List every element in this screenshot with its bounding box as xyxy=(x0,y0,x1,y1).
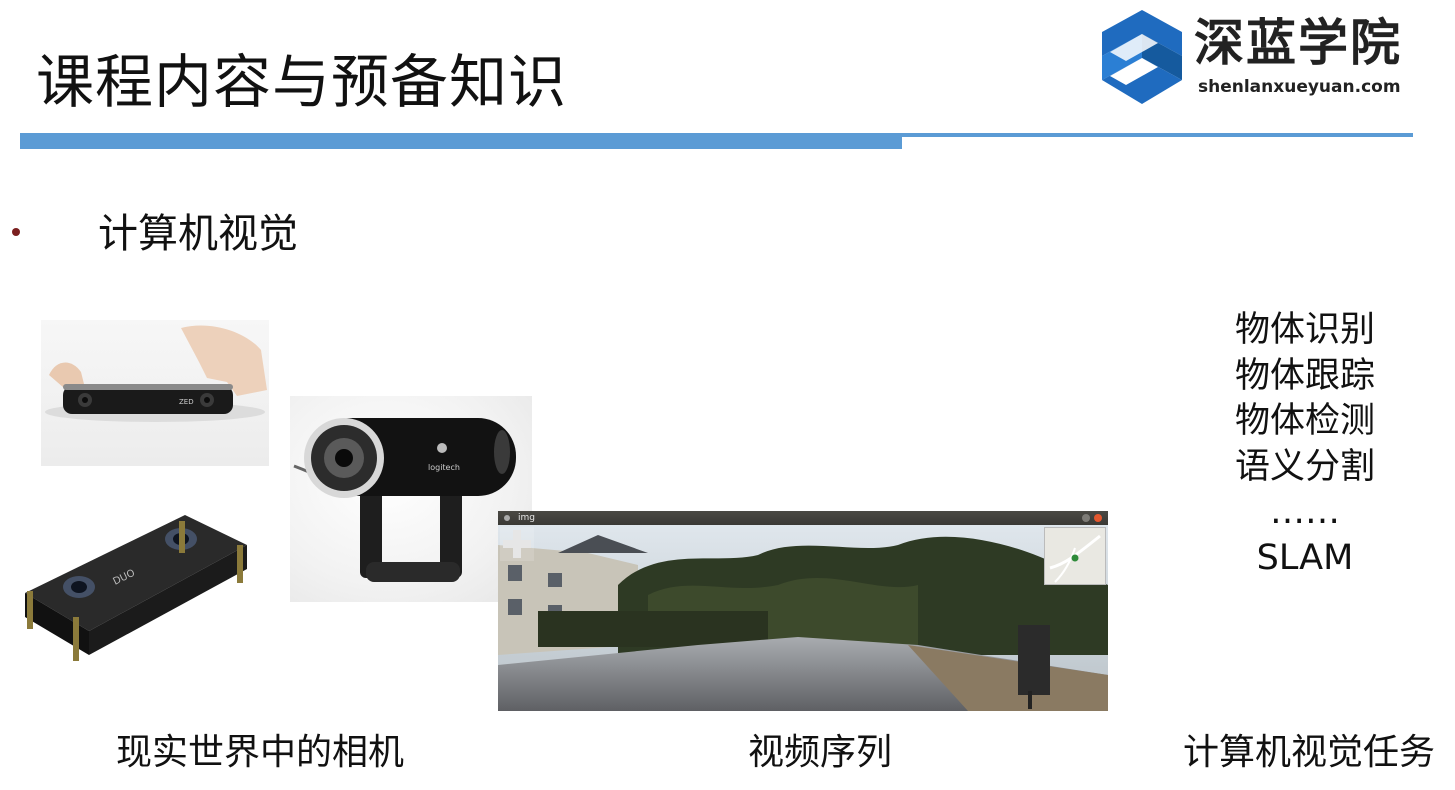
webcam-photo: logitech xyxy=(290,396,532,602)
slide-title: 课程内容与预备知识 xyxy=(36,48,568,116)
street-video-frame xyxy=(498,525,1108,711)
title-divider-thick xyxy=(20,136,902,149)
logo-name-cn: 深蓝学院 xyxy=(1194,14,1402,72)
zed-camera-icon: ZED xyxy=(45,325,267,422)
task-object-detection: 物体检测 xyxy=(1234,401,1375,441)
window-titlebar[interactable]: img xyxy=(498,511,1108,525)
bullet-text: 计算机视觉 xyxy=(98,211,298,257)
bullet-dot-icon xyxy=(12,228,20,236)
minimap-icon xyxy=(1049,534,1101,583)
minimap xyxy=(1044,527,1106,585)
task-semantic-segmentation: 语义分割 xyxy=(1234,446,1375,487)
webcam-label: logitech xyxy=(428,463,460,472)
duo-camera-photo: DUO xyxy=(15,505,283,683)
window-close-icon[interactable] xyxy=(1094,514,1102,522)
task-object-recognition: 物体识别 xyxy=(1234,310,1375,350)
video-sequence-window: img xyxy=(498,511,1108,711)
vision-task-list: 物体识别 物体跟踪 物体检测 语义分割 …… SLAM xyxy=(1200,308,1410,581)
pan-cross-icon[interactable] xyxy=(500,527,534,561)
logo: 深蓝学院 shenlanxueyuan.com xyxy=(1098,8,1418,108)
zed-label: ZED xyxy=(179,398,194,406)
task-ellipsis: …… xyxy=(1270,492,1340,532)
window-menu-icon[interactable] xyxy=(504,515,510,521)
window-minimize-icon[interactable] xyxy=(1082,514,1090,522)
duo-camera-icon: DUO xyxy=(25,515,247,661)
caption-cameras: 现实世界中的相机 xyxy=(116,732,405,773)
window-title: img xyxy=(518,513,535,523)
zed-camera-photo: ZED xyxy=(41,320,269,466)
caption-tasks: 计算机视觉任务 xyxy=(1183,732,1436,773)
logo-mark-icon xyxy=(1102,10,1182,104)
logo-name-en: shenlanxueyuan.com xyxy=(1198,77,1401,97)
caption-video: 视频序列 xyxy=(748,732,893,773)
task-object-tracking: 物体跟踪 xyxy=(1234,355,1375,396)
webcam-icon: logitech xyxy=(293,418,516,582)
task-slam: SLAM xyxy=(1256,537,1354,578)
